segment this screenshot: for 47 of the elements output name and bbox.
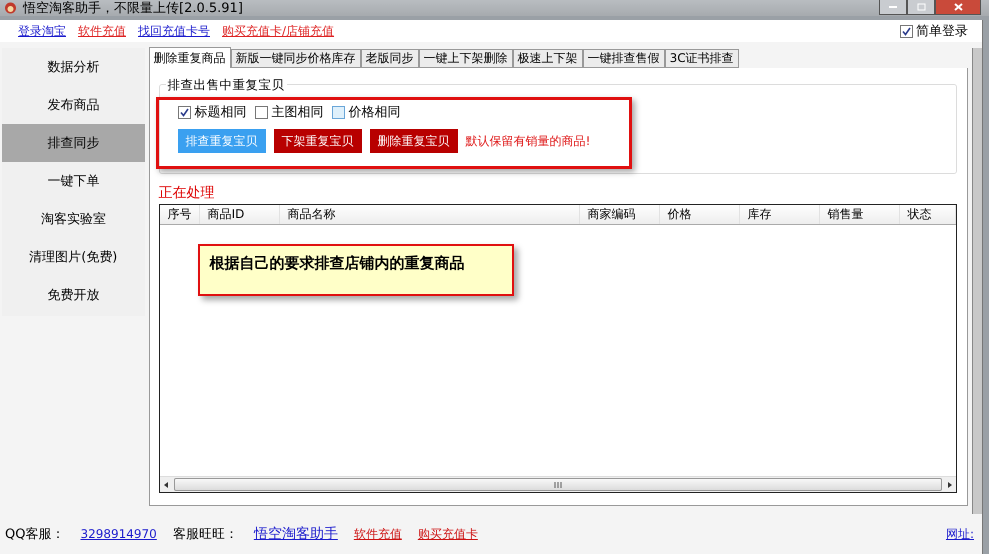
option-checkbox[interactable]: 价格相同 [332,103,401,121]
action-button[interactable]: 下架重复宝贝 [274,129,362,153]
tab[interactable]: 新版一键同步价格库存 [230,49,361,68]
hint-text: 默认保留有销量的商品! [466,132,590,150]
tab[interactable]: 一键排查售假 [582,49,665,68]
footer-link[interactable]: 软件充值 [354,526,402,542]
column-header[interactable]: 价格 [660,205,740,224]
site-link[interactable]: 网址: [946,526,974,542]
vertical-scrollbar[interactable] [972,48,982,514]
top-link[interactable]: 找回充值卡号 [138,22,210,40]
tab[interactable]: 一键上下架删除 [418,49,513,68]
column-header[interactable]: 状态 [900,205,956,224]
footer-link[interactable]: 悟空淘客助手 [254,525,338,543]
sidebar-item[interactable]: 排查同步 [2,124,145,162]
column-header[interactable]: 商品名称 [280,205,580,224]
check-mark-icon [180,108,189,116]
column-header[interactable]: 商品ID [200,205,280,224]
footer-link[interactable]: 购买充值卡 [418,526,478,542]
wangwang-label: 客服旺旺： [172,526,238,543]
status-text: 正在处理 [158,184,216,202]
qq-number-link[interactable]: 3298914970 [80,527,157,541]
tab[interactable]: 删除重复商品 [148,47,231,68]
window-title: 悟空淘客助手，不限量上传[2.0.5.91] [23,0,243,17]
column-header[interactable]: 销售量 [820,205,900,224]
action-button[interactable]: 删除重复宝贝 [370,129,458,153]
top-link[interactable]: 购买充值卡/店铺充值 [222,22,334,40]
tab[interactable]: 极速上下架 [512,49,583,68]
column-header[interactable]: 库存 [740,205,820,224]
horizontal-scrollbar[interactable] [160,476,956,492]
simple-login-checkbox[interactable]: 简单登录 [900,22,968,40]
column-header[interactable]: 序号 [160,205,200,224]
top-link[interactable]: 软件充值 [78,22,126,40]
minimize-icon[interactable] [879,0,907,15]
tab[interactable]: 老版同步 [360,49,419,68]
annotation-note: 根据自己的要求排查店铺内的重复商品 [198,244,514,296]
top-link[interactable]: 登录淘宝 [18,22,66,40]
close-icon[interactable] [935,0,981,15]
app-logo-icon [4,2,17,14]
column-header[interactable]: 商家编码 [580,205,660,224]
group-title: 排查出售中重复宝贝 [166,77,287,94]
option-checkbox[interactable]: 主图相同 [254,103,324,121]
tab[interactable]: 3C证书排查 [664,49,739,68]
qq-label: QQ客服： [5,526,64,543]
check-mark-icon [902,26,911,36]
grip-icon [554,482,562,488]
option-checkbox[interactable]: 标题相同 [178,103,247,121]
maximize-icon[interactable] [907,0,935,15]
